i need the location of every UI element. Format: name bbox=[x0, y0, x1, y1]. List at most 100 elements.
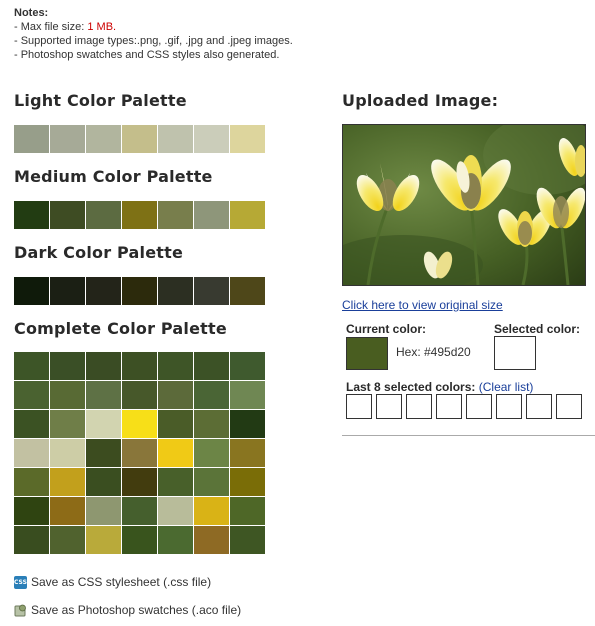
color-swatch[interactable] bbox=[194, 381, 229, 409]
color-swatch[interactable] bbox=[122, 439, 157, 467]
history-slot[interactable] bbox=[496, 394, 522, 419]
color-swatch[interactable] bbox=[194, 125, 229, 153]
notes-image-types: - Supported image types:.png, .gif, .jpg… bbox=[14, 35, 293, 47]
color-swatch[interactable] bbox=[194, 277, 229, 305]
current-color-swatch bbox=[346, 337, 388, 370]
color-swatch[interactable] bbox=[14, 410, 49, 438]
save-aco-label: Save as Photoshop swatches (.aco file) bbox=[31, 603, 242, 617]
color-swatch[interactable] bbox=[50, 410, 85, 438]
color-swatch[interactable] bbox=[122, 497, 157, 525]
color-swatch[interactable] bbox=[230, 497, 265, 525]
color-swatch[interactable] bbox=[122, 526, 157, 554]
color-swatch[interactable] bbox=[194, 201, 229, 229]
color-swatch[interactable] bbox=[122, 381, 157, 409]
history-slot[interactable] bbox=[466, 394, 492, 419]
notes-title: Notes: bbox=[14, 7, 49, 19]
history-slot[interactable] bbox=[346, 394, 372, 419]
color-swatch[interactable] bbox=[230, 352, 265, 380]
color-swatch[interactable] bbox=[158, 201, 193, 229]
save-aco-link[interactable]: Save as Photoshop swatches (.aco file) bbox=[14, 603, 241, 617]
color-swatch[interactable] bbox=[122, 410, 157, 438]
color-swatch[interactable] bbox=[50, 468, 85, 496]
color-swatch[interactable] bbox=[158, 410, 193, 438]
dark-palette bbox=[14, 277, 266, 305]
color-swatch[interactable] bbox=[230, 125, 265, 153]
history-slot[interactable] bbox=[436, 394, 462, 419]
color-swatch[interactable] bbox=[14, 352, 49, 380]
color-swatch[interactable] bbox=[230, 201, 265, 229]
save-css-label: Save as CSS stylesheet (.css file) bbox=[31, 575, 212, 589]
color-swatch[interactable] bbox=[50, 526, 85, 554]
notes-generated: - Photoshop swatches and CSS styles also… bbox=[14, 49, 280, 61]
color-swatch[interactable] bbox=[122, 352, 157, 380]
color-swatch[interactable] bbox=[86, 352, 121, 380]
color-swatch[interactable] bbox=[194, 526, 229, 554]
color-swatch[interactable] bbox=[50, 497, 85, 525]
color-swatch[interactable] bbox=[50, 125, 85, 153]
color-swatch[interactable] bbox=[86, 277, 121, 305]
history-slot[interactable] bbox=[376, 394, 402, 419]
color-swatch[interactable] bbox=[14, 526, 49, 554]
color-swatch[interactable] bbox=[14, 277, 49, 305]
color-swatch[interactable] bbox=[50, 201, 85, 229]
color-swatch[interactable] bbox=[50, 381, 85, 409]
color-swatch[interactable] bbox=[194, 497, 229, 525]
color-swatch[interactable] bbox=[86, 526, 121, 554]
color-swatch[interactable] bbox=[14, 381, 49, 409]
color-swatch[interactable] bbox=[158, 277, 193, 305]
color-swatch[interactable] bbox=[230, 381, 265, 409]
color-swatch[interactable] bbox=[122, 468, 157, 496]
save-css-link[interactable]: CSS Save as CSS stylesheet (.css file) bbox=[14, 575, 211, 589]
color-swatch[interactable] bbox=[230, 526, 265, 554]
color-swatch[interactable] bbox=[122, 201, 157, 229]
current-color-hex: Hex: #495d20 bbox=[396, 345, 471, 359]
history-slot[interactable] bbox=[526, 394, 552, 419]
clear-list-link[interactable]: (Clear list) bbox=[479, 380, 534, 394]
color-swatch[interactable] bbox=[86, 468, 121, 496]
color-swatch[interactable] bbox=[194, 352, 229, 380]
color-swatch[interactable] bbox=[158, 125, 193, 153]
color-swatch[interactable] bbox=[50, 352, 85, 380]
last-selected-colors-row: Last 8 selected colors: (Clear list) bbox=[346, 380, 533, 394]
css-file-icon: CSS bbox=[14, 575, 27, 589]
color-swatch[interactable] bbox=[14, 497, 49, 525]
color-swatch[interactable] bbox=[14, 125, 49, 153]
color-swatch[interactable] bbox=[194, 468, 229, 496]
history-slot[interactable] bbox=[556, 394, 582, 419]
history-slot[interactable] bbox=[406, 394, 432, 419]
selected-color-label: Selected color: bbox=[494, 322, 581, 336]
current-color-label: Current color: bbox=[346, 322, 427, 336]
photoshop-swatch-icon bbox=[14, 604, 27, 617]
color-swatch[interactable] bbox=[194, 410, 229, 438]
view-original-link[interactable]: Click here to view original size bbox=[342, 298, 503, 312]
uploaded-image-title: Uploaded Image: bbox=[342, 91, 499, 110]
color-swatch[interactable] bbox=[14, 468, 49, 496]
color-swatch[interactable] bbox=[86, 201, 121, 229]
color-swatch[interactable] bbox=[158, 381, 193, 409]
uploaded-image[interactable] bbox=[342, 124, 586, 286]
color-swatch[interactable] bbox=[158, 526, 193, 554]
color-swatch[interactable] bbox=[122, 277, 157, 305]
complete-palette-title: Complete Color Palette bbox=[14, 319, 227, 338]
color-swatch[interactable] bbox=[50, 439, 85, 467]
notes-max-size-value: 1 MB. bbox=[87, 21, 117, 33]
color-swatch[interactable] bbox=[50, 277, 85, 305]
color-swatch[interactable] bbox=[194, 439, 229, 467]
color-swatch[interactable] bbox=[86, 439, 121, 467]
color-swatch[interactable] bbox=[230, 277, 265, 305]
color-swatch[interactable] bbox=[230, 410, 265, 438]
color-swatch[interactable] bbox=[158, 468, 193, 496]
color-swatch[interactable] bbox=[86, 381, 121, 409]
color-swatch[interactable] bbox=[158, 497, 193, 525]
color-swatch[interactable] bbox=[86, 497, 121, 525]
color-swatch[interactable] bbox=[86, 125, 121, 153]
color-swatch[interactable] bbox=[158, 352, 193, 380]
color-swatch[interactable] bbox=[14, 201, 49, 229]
color-swatch[interactable] bbox=[230, 468, 265, 496]
color-swatch[interactable] bbox=[14, 439, 49, 467]
last-selected-colors-label: Last 8 selected colors: bbox=[346, 380, 476, 394]
color-swatch[interactable] bbox=[122, 125, 157, 153]
color-swatch[interactable] bbox=[230, 439, 265, 467]
color-swatch[interactable] bbox=[158, 439, 193, 467]
color-swatch[interactable] bbox=[86, 410, 121, 438]
